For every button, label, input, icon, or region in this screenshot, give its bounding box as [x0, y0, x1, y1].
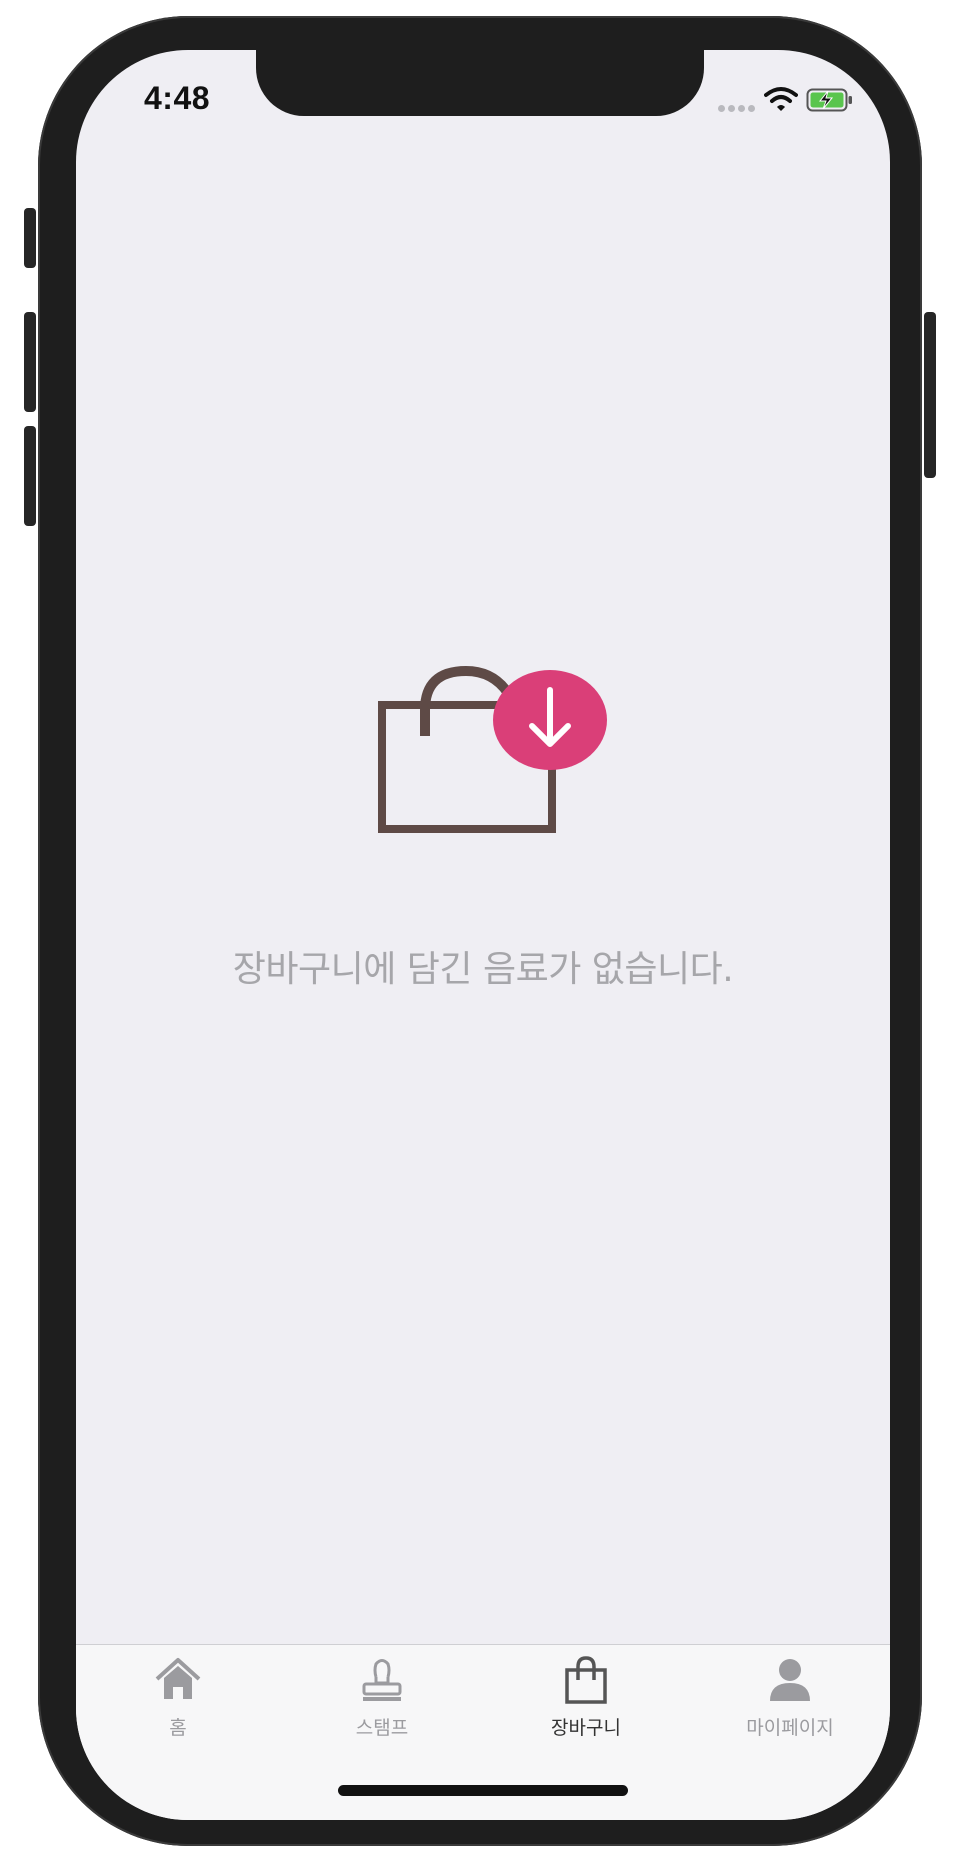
tab-stamp[interactable]: 스탬프: [280, 1645, 484, 1765]
tab-label-home: 홈: [169, 1717, 187, 1739]
volume-up-button: [24, 312, 36, 412]
tab-label-stamp: 스탬프: [355, 1717, 409, 1739]
tab-label-cart: 장바구니: [551, 1717, 621, 1739]
power-button: [924, 312, 936, 478]
tab-home[interactable]: 홈: [76, 1645, 280, 1765]
tab-label-mypage: 마이페이지: [746, 1717, 834, 1739]
shopping-bag-download-icon: [378, 665, 607, 833]
tab-cart[interactable]: 장바구니: [484, 1645, 688, 1765]
shopping-bag-icon: [565, 1656, 607, 1704]
tab-mypage[interactable]: 마이페이지: [688, 1645, 890, 1765]
stamp-icon: [362, 1659, 402, 1701]
app-screen: 4:48 장바구니에 담긴 음료가 없습니다. 홈 스탬프 장바구니 마이페이지: [76, 50, 890, 1820]
battery-charging-icon: [806, 88, 852, 112]
wifi-icon: [764, 87, 798, 111]
volume-down-button: [24, 426, 36, 526]
person-icon: [770, 1659, 810, 1701]
home-indicator[interactable]: [338, 1785, 628, 1796]
notch: [256, 50, 704, 116]
silent-switch: [24, 208, 36, 268]
signal-dots: [718, 105, 755, 112]
status-time: 4:48: [144, 80, 211, 116]
empty-cart-message: 장바구니에 담긴 음료가 없습니다.: [232, 949, 734, 990]
home-icon: [155, 1658, 201, 1699]
